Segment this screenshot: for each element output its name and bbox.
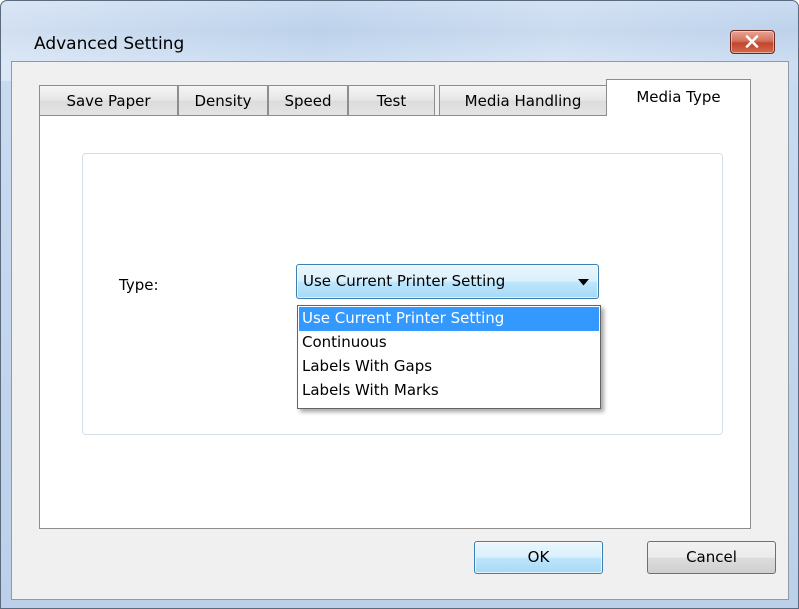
dropdown-option-continuous[interactable]: Continuous [299, 331, 599, 355]
dialog-client-area: Save Paper Density Speed Test Media Hand… [11, 61, 789, 600]
tab-density[interactable]: Density [178, 85, 268, 115]
tab-speed[interactable]: Speed [268, 85, 348, 115]
tab-save-paper[interactable]: Save Paper [39, 85, 178, 115]
dropdown-option-labels-with-marks[interactable]: Labels With Marks [299, 379, 599, 403]
media-type-dropdown-list: Use Current Printer Setting Continuous L… [297, 305, 601, 409]
combobox-selected-value: Use Current Printer Setting [303, 272, 506, 290]
type-label: Type: [119, 276, 159, 294]
dropdown-option-use-current-printer-setting[interactable]: Use Current Printer Setting [299, 307, 599, 331]
tab-panel-media-type: Type: Use Current Printer Setting Use Cu… [39, 115, 751, 529]
tab-test[interactable]: Test [348, 85, 435, 115]
close-button[interactable] [730, 30, 775, 54]
close-icon [745, 35, 759, 48]
window-title: Advanced Setting [34, 34, 185, 54]
tab-media-type[interactable]: Media Type [606, 79, 751, 116]
dialog-window: Advanced Setting Save Paper Density Spee… [0, 0, 799, 609]
media-type-combobox[interactable]: Use Current Printer Setting [296, 264, 599, 299]
cancel-button[interactable]: Cancel [647, 541, 776, 574]
dropdown-option-labels-with-gaps[interactable]: Labels With Gaps [299, 355, 599, 379]
ok-button[interactable]: OK [474, 541, 603, 574]
tab-media-handling[interactable]: Media Handling [439, 85, 607, 115]
chevron-down-icon [578, 279, 589, 286]
